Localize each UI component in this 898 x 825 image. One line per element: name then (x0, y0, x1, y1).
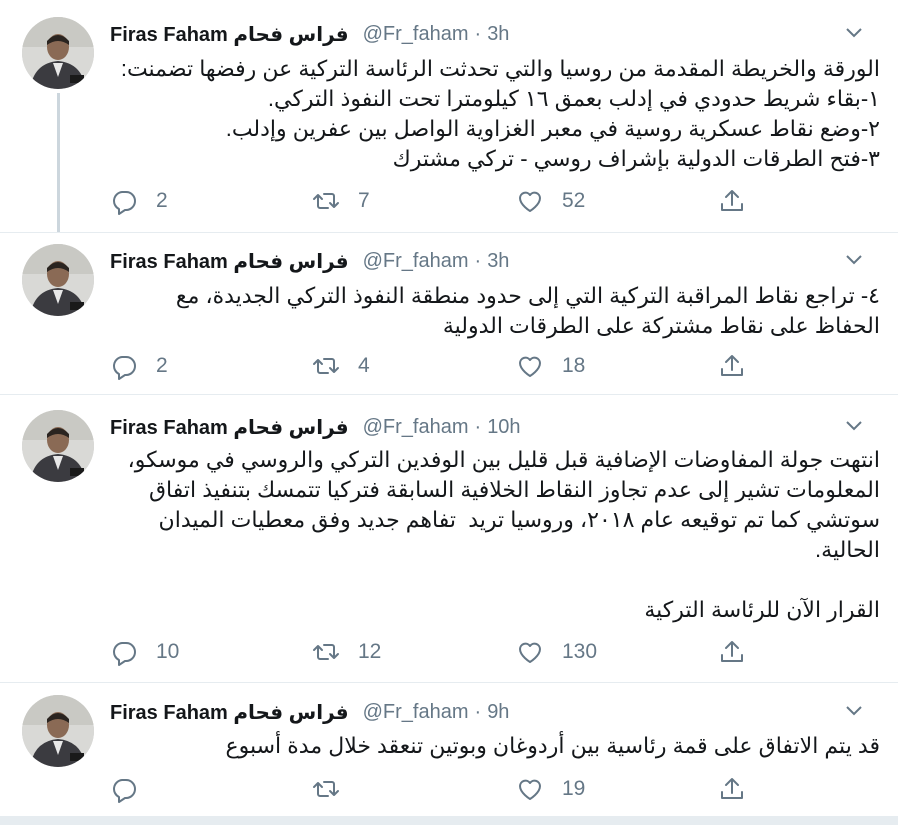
retweet-icon (313, 781, 339, 797)
tweet-header: Firas Faham فراس فحام @Fr_faham · 10h (110, 413, 521, 441)
retweet-button[interactable]: 7 (312, 186, 370, 216)
share-icon (721, 355, 743, 376)
user-handle[interactable]: @Fr_faham (363, 701, 469, 724)
user-handle[interactable]: @Fr_faham (363, 23, 469, 46)
like-button[interactable]: 52 (516, 186, 585, 216)
reply-icon (113, 356, 136, 380)
retweet-button[interactable]: 4 (312, 351, 370, 381)
reply-count: 2 (156, 189, 168, 212)
retweet-button[interactable] (312, 774, 358, 804)
retweet-count: 7 (358, 189, 370, 212)
tweet-header: Firas Faham فراس فحام @Fr_faham · 9h (110, 698, 509, 726)
share-button[interactable] (718, 351, 746, 381)
heart-icon (519, 642, 541, 663)
tweet-text: الورقة والخريطة المقدمة من روسيا والتي ت… (120, 56, 880, 171)
reply-button[interactable]: 2 (110, 186, 168, 216)
retweet-icon (313, 193, 339, 209)
separator-dot: · (474, 22, 482, 45)
like-button[interactable]: 19 (516, 774, 585, 804)
share-button[interactable] (718, 774, 746, 804)
reply-button[interactable]: 2 (110, 351, 168, 381)
tweet-text: قد يتم الاتفاق على قمة رئاسية بين أردوغا… (225, 733, 880, 758)
user-handle[interactable]: @Fr_faham (363, 416, 469, 439)
tweet-actions: 10 12 130 (110, 637, 770, 667)
like-count: 18 (562, 354, 586, 377)
display-name[interactable]: Firas Faham فراس فحام (110, 415, 349, 440)
chevron-down-icon[interactable] (840, 411, 868, 439)
tweet[interactable]: Firas Faham فراس فحام @Fr_faham · 3h ٤- … (0, 233, 898, 394)
thread-line (57, 93, 60, 232)
retweet-icon (313, 358, 339, 374)
timestamp[interactable]: 3h (487, 250, 509, 273)
retweet-button[interactable]: 12 (312, 637, 381, 667)
chevron-down-icon[interactable] (840, 696, 868, 724)
avatar[interactable] (22, 244, 94, 316)
timestamp[interactable]: 3h (487, 23, 509, 46)
separator-dot: · (474, 415, 482, 438)
share-icon (721, 641, 743, 662)
tweet-actions: 2 7 52 (110, 186, 770, 216)
like-button[interactable]: 18 (516, 351, 585, 381)
chevron-down-icon[interactable] (840, 245, 868, 273)
reply-count: 2 (156, 354, 168, 377)
like-button[interactable]: 130 (516, 637, 597, 667)
reply-icon (113, 191, 136, 215)
heart-icon (519, 779, 541, 800)
like-count: 52 (562, 189, 586, 212)
share-icon (721, 190, 743, 211)
heart-icon (519, 356, 541, 377)
tweet-actions: 19 (110, 774, 770, 804)
display-name[interactable]: Firas Faham فراس فحام (110, 700, 349, 725)
tweet[interactable]: Firas Faham فراس فحام @Fr_faham · 3h الو… (0, 0, 898, 232)
display-name[interactable]: Firas Faham فراس فحام (110, 22, 349, 47)
reply-icon (113, 779, 136, 803)
timeline-bottom-border (0, 816, 898, 825)
retweet-count: 4 (358, 354, 370, 377)
tweet-actions: 2 4 18 (110, 351, 770, 381)
avatar[interactable] (22, 17, 94, 89)
timestamp[interactable]: 10h (487, 416, 520, 439)
retweet-icon (313, 644, 339, 660)
tweet-text: ٤- تراجع نقاط المراقبة التركية التي إلى … (169, 283, 880, 338)
reply-icon (113, 642, 136, 666)
reply-button[interactable] (110, 774, 156, 804)
user-handle[interactable]: @Fr_faham (363, 250, 469, 273)
reply-count: 10 (156, 640, 180, 663)
share-button[interactable] (718, 637, 746, 667)
like-count: 19 (562, 777, 586, 800)
separator-dot: · (474, 700, 482, 723)
heart-icon (519, 191, 541, 212)
like-count: 130 (562, 640, 598, 663)
avatar[interactable] (22, 410, 94, 482)
tweet-header: Firas Faham فراس فحام @Fr_faham · 3h (110, 247, 509, 275)
display-name[interactable]: Firas Faham فراس فحام (110, 249, 349, 274)
separator-dot: · (474, 249, 482, 272)
timestamp[interactable]: 9h (487, 701, 509, 724)
tweet[interactable]: Firas Faham فراس فحام @Fr_faham · 9h قد … (0, 683, 898, 816)
avatar[interactable] (22, 695, 94, 767)
reply-button[interactable]: 10 (110, 637, 179, 667)
tweet-text: انتهت جولة المفاوضات الإضافية قبل قليل ب… (127, 447, 880, 622)
tweet[interactable]: Firas Faham فراس فحام @Fr_faham · 10h ان… (0, 395, 898, 682)
retweet-count: 12 (358, 640, 382, 663)
share-button[interactable] (718, 186, 746, 216)
tweet-header: Firas Faham فراس فحام @Fr_faham · 3h (110, 20, 509, 48)
share-icon (721, 778, 743, 799)
chevron-down-icon[interactable] (840, 18, 868, 46)
